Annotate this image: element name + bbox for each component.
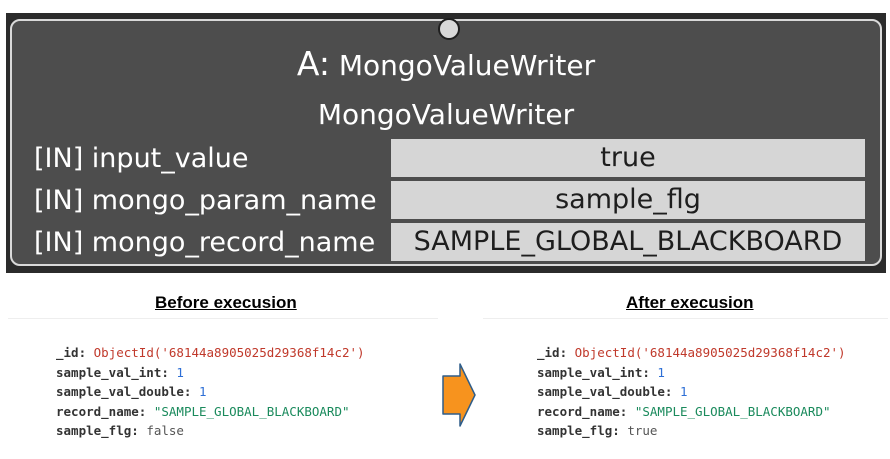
port-value-field[interactable]: SAMPLE_GLOBAL_BLACKBOARD — [391, 223, 865, 261]
node-title: A: MongoValueWriter — [12, 47, 880, 83]
port-value-field[interactable]: true — [391, 139, 865, 177]
field-key: record_name: — [56, 403, 147, 419]
port-row-mongo-param-name: [IN] mongo_param_name sample_flg — [12, 181, 880, 221]
record-field-name: record_name: "SAMPLE_GLOBAL_BLACKBOARD" — [56, 402, 365, 422]
node-title-name: MongoValueWriter — [338, 49, 596, 82]
field-value: 1 — [199, 384, 207, 399]
record-field-name: record_name: "SAMPLE_GLOBAL_BLACKBOARD" — [537, 402, 846, 422]
field-value: ObjectId('68144a8905025d29368f14c2') — [93, 345, 365, 360]
record-field-flg: sample_flg: false — [56, 421, 365, 441]
record-field-int: sample_val_int: 1 — [56, 363, 365, 383]
record-field-id: _id: ObjectId('68144a8905025d29368f14c2'… — [537, 343, 846, 363]
node-frame: A: MongoValueWriter MongoValueWriter [IN… — [6, 13, 886, 273]
field-value: "SAMPLE_GLOBAL_BLACKBOARD" — [634, 403, 831, 419]
port-row-mongo-record-name: [IN] mongo_record_name SAMPLE_GLOBAL_BLA… — [12, 223, 880, 263]
record-field-flg: sample_flg: true — [537, 421, 846, 441]
after-record: _id: ObjectId('68144a8905025d29368f14c2'… — [537, 343, 846, 441]
field-value: 1 — [680, 384, 688, 399]
field-value: true — [627, 423, 658, 438]
port-row-input-value: [IN] input_value true — [12, 139, 880, 179]
field-key: _id: — [56, 345, 87, 360]
field-key: sample_flg: — [56, 423, 139, 438]
record-field-int: sample_val_int: 1 — [537, 363, 846, 383]
field-value: "SAMPLE_GLOBAL_BLACKBOARD" — [153, 403, 350, 419]
field-value: 1 — [176, 364, 184, 380]
port-label: [IN] input_value — [34, 143, 249, 174]
field-value: ObjectId('68144a8905025d29368f14c2') — [574, 345, 846, 360]
connection-port-icon[interactable] — [438, 18, 460, 40]
record-field-id: _id: ObjectId('68144a8905025d29368f14c2'… — [56, 343, 365, 363]
before-record-panel: _id: ObjectId('68144a8905025d29368f14c2'… — [8, 318, 438, 451]
field-key: record_name: — [537, 403, 628, 419]
field-key: sample_val_double: — [56, 384, 192, 399]
field-key: _id: — [537, 345, 568, 360]
field-key: sample_val_int: — [537, 364, 650, 380]
mongo-value-writer-node[interactable]: A: MongoValueWriter MongoValueWriter [IN… — [10, 18, 882, 266]
field-key: sample_val_int: — [56, 364, 169, 380]
after-record-panel: _id: ObjectId('68144a8905025d29368f14c2'… — [483, 318, 888, 451]
node-subtitle: MongoValueWriter — [317, 98, 575, 131]
field-value: 1 — [657, 364, 665, 380]
after-caption: After execusion — [626, 293, 754, 312]
field-value: false — [146, 423, 184, 438]
node-title-prefix: A: — [296, 44, 330, 83]
before-record: _id: ObjectId('68144a8905025d29368f14c2'… — [56, 343, 365, 441]
record-field-double: sample_val_double: 1 — [56, 382, 365, 402]
before-caption: Before execusion — [155, 293, 297, 312]
port-label: [IN] mongo_record_name — [34, 227, 376, 258]
right-arrow-icon — [442, 363, 476, 427]
record-field-double: sample_val_double: 1 — [537, 382, 846, 402]
field-key: sample_val_double: — [537, 384, 673, 399]
port-value-field[interactable]: sample_flg — [391, 181, 865, 219]
field-key: sample_flg: — [537, 423, 620, 438]
port-label: [IN] mongo_param_name — [34, 185, 377, 216]
